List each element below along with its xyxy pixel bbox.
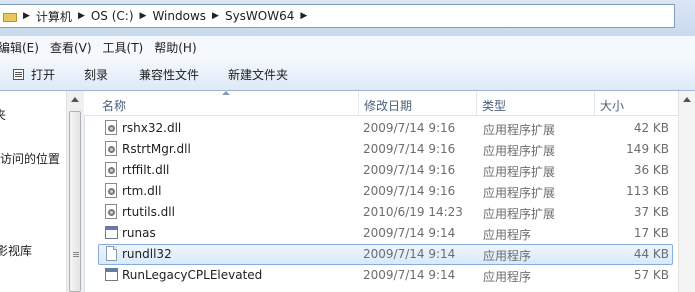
file-row[interactable]: RunLegacyCPLElevated 2009/7/14 9:14 应用程序… — [98, 265, 673, 286]
menu-edit[interactable]: 编辑(E) — [0, 39, 47, 56]
file-type: 应用程序 — [483, 249, 532, 263]
dll-icon — [105, 120, 118, 136]
column-name-header[interactable]: 名称 — [102, 97, 126, 114]
scroll-up-icon[interactable] — [71, 97, 79, 102]
file-date: 2009/7/14 9:16 — [363, 142, 456, 156]
open-label: 打开 — [31, 67, 56, 82]
grip-icon — [73, 252, 79, 253]
column-size-header[interactable]: 大小 — [600, 97, 624, 114]
file-date: 2009/7/14 9:16 — [363, 121, 456, 135]
file-name: rtm.dll — [122, 184, 162, 198]
file-name: rtffilt.dll — [122, 163, 170, 177]
file-size: 44 KB — [633, 247, 669, 261]
file-size: 17 KB — [633, 226, 669, 240]
exe-icon — [105, 225, 118, 241]
dll-icon — [105, 204, 118, 220]
file-type: 应用程序 — [483, 228, 532, 242]
dll-icon — [105, 183, 118, 199]
chevron-right-icon[interactable]: ▶ — [294, 11, 313, 21]
open-icon — [12, 68, 25, 81]
breadcrumb-os-drive[interactable]: OS (C:) — [91, 9, 134, 23]
chevron-right-icon[interactable]: ▶ — [72, 11, 91, 21]
nav-item-recent-places[interactable]: 访问的位置 — [0, 150, 60, 167]
file-row[interactable]: RstrtMgr.dll 2009/7/14 9:16 应用程序扩展 149 K… — [98, 139, 673, 160]
file-size: 57 KB — [633, 268, 669, 282]
file-size: 149 KB — [626, 142, 669, 156]
column-divider[interactable] — [358, 91, 359, 115]
breadcrumb-syswow64[interactable]: SysWOW64 — [225, 9, 294, 23]
file-type: 应用程序扩展 — [483, 207, 556, 221]
file-size: 36 KB — [633, 163, 669, 177]
column-header-bar: 名称 修改日期 类型 大小 — [84, 91, 695, 116]
file-row[interactable]: runas 2009/7/14 9:14 应用程序 17 KB — [98, 223, 673, 244]
file-row[interactable]: rshx32.dll 2009/7/14 9:16 应用程序扩展 42 KB — [98, 118, 673, 139]
nav-scrollbar[interactable] — [66, 91, 84, 292]
file-name: RunLegacyCPLElevated — [122, 268, 263, 282]
file-date: 2009/7/14 9:16 — [363, 163, 456, 177]
breadcrumb-computer[interactable]: 计算机 — [36, 8, 72, 25]
column-divider[interactable] — [476, 91, 477, 115]
compat-files-button[interactable]: 兼容性文件 — [139, 66, 199, 83]
file-size: 37 KB — [633, 205, 669, 219]
menu-view[interactable]: 查看(V) — [50, 39, 100, 56]
file-type: 应用程序扩展 — [483, 165, 556, 179]
file-date: 2009/7/14 9:16 — [363, 184, 456, 198]
address-box[interactable]: ▶ 计算机 ▶ OS (C:) ▶ Windows ▶ SysWOW64 ▶ — [0, 4, 675, 28]
file-name: rundll32 — [122, 247, 172, 261]
menu-tools[interactable]: 工具(T) — [103, 39, 152, 56]
file-type: 应用程序扩展 — [483, 123, 556, 137]
exe-icon — [105, 267, 118, 283]
file-date: 2009/7/14 9:14 — [363, 268, 456, 282]
file-type: 应用程序扩展 — [483, 186, 556, 200]
file-row-selected[interactable]: rundll32 2009/7/14 9:14 应用程序 44 KB — [98, 244, 673, 265]
file-date: 2009/7/14 9:14 — [363, 247, 456, 261]
column-divider[interactable] — [594, 91, 595, 115]
burn-button[interactable]: 刻录 — [84, 66, 108, 83]
sort-ascending-icon — [222, 91, 230, 95]
breadcrumb-windows[interactable]: Windows — [152, 9, 206, 23]
file-size: 42 KB — [633, 121, 669, 135]
scroll-thumb[interactable] — [69, 111, 81, 292]
chevron-right-icon[interactable]: ▶ — [206, 11, 225, 21]
file-name: runas — [122, 226, 156, 240]
address-bar: ▶ 计算机 ▶ OS (C:) ▶ Windows ▶ SysWOW64 ▶ — [0, 0, 695, 36]
open-button[interactable]: 打开 — [12, 66, 55, 83]
column-date-header[interactable]: 修改日期 — [364, 97, 412, 114]
menu-bar: 编辑(E) 查看(V) 工具(T) 帮助(H) — [0, 36, 695, 58]
scroll-up-icon[interactable] — [683, 97, 691, 102]
chevron-right-icon[interactable]: ▶ — [134, 11, 153, 21]
nav-item-folder[interactable]: 夹 — [0, 106, 6, 123]
file-row[interactable]: rtffilt.dll 2009/7/14 9:16 应用程序扩展 36 KB — [98, 160, 673, 181]
file-row[interactable]: rtutils.dll 2010/6/19 14:23 应用程序扩展 37 KB — [98, 202, 673, 223]
file-date: 2009/7/14 9:14 — [363, 226, 456, 240]
file-name: rtutils.dll — [122, 205, 175, 219]
nav-item-video-library[interactable]: 影视库 — [0, 242, 32, 259]
column-type-header[interactable]: 类型 — [482, 97, 506, 114]
new-folder-button[interactable]: 新建文件夹 — [228, 66, 288, 83]
file-name: rshx32.dll — [122, 121, 182, 135]
command-toolbar: 打开 刻录 兼容性文件 新建文件夹 — [0, 58, 695, 91]
chevron-right-icon[interactable]: ▶ — [17, 11, 36, 21]
file-size: 113 KB — [626, 184, 669, 198]
folder-icon — [3, 11, 17, 22]
file-date: 2010/6/19 14:23 — [363, 205, 463, 219]
file-list-scrollbar[interactable] — [678, 91, 695, 292]
dll-icon — [105, 141, 118, 157]
file-type: 应用程序 — [483, 270, 532, 284]
file-type: 应用程序扩展 — [483, 144, 556, 158]
dll-icon — [105, 162, 118, 178]
blank-file-icon — [105, 246, 118, 262]
file-row[interactable]: rtm.dll 2009/7/14 9:16 应用程序扩展 113 KB — [98, 181, 673, 202]
file-name: RstrtMgr.dll — [122, 142, 191, 156]
menu-help[interactable]: 帮助(H) — [154, 39, 204, 56]
